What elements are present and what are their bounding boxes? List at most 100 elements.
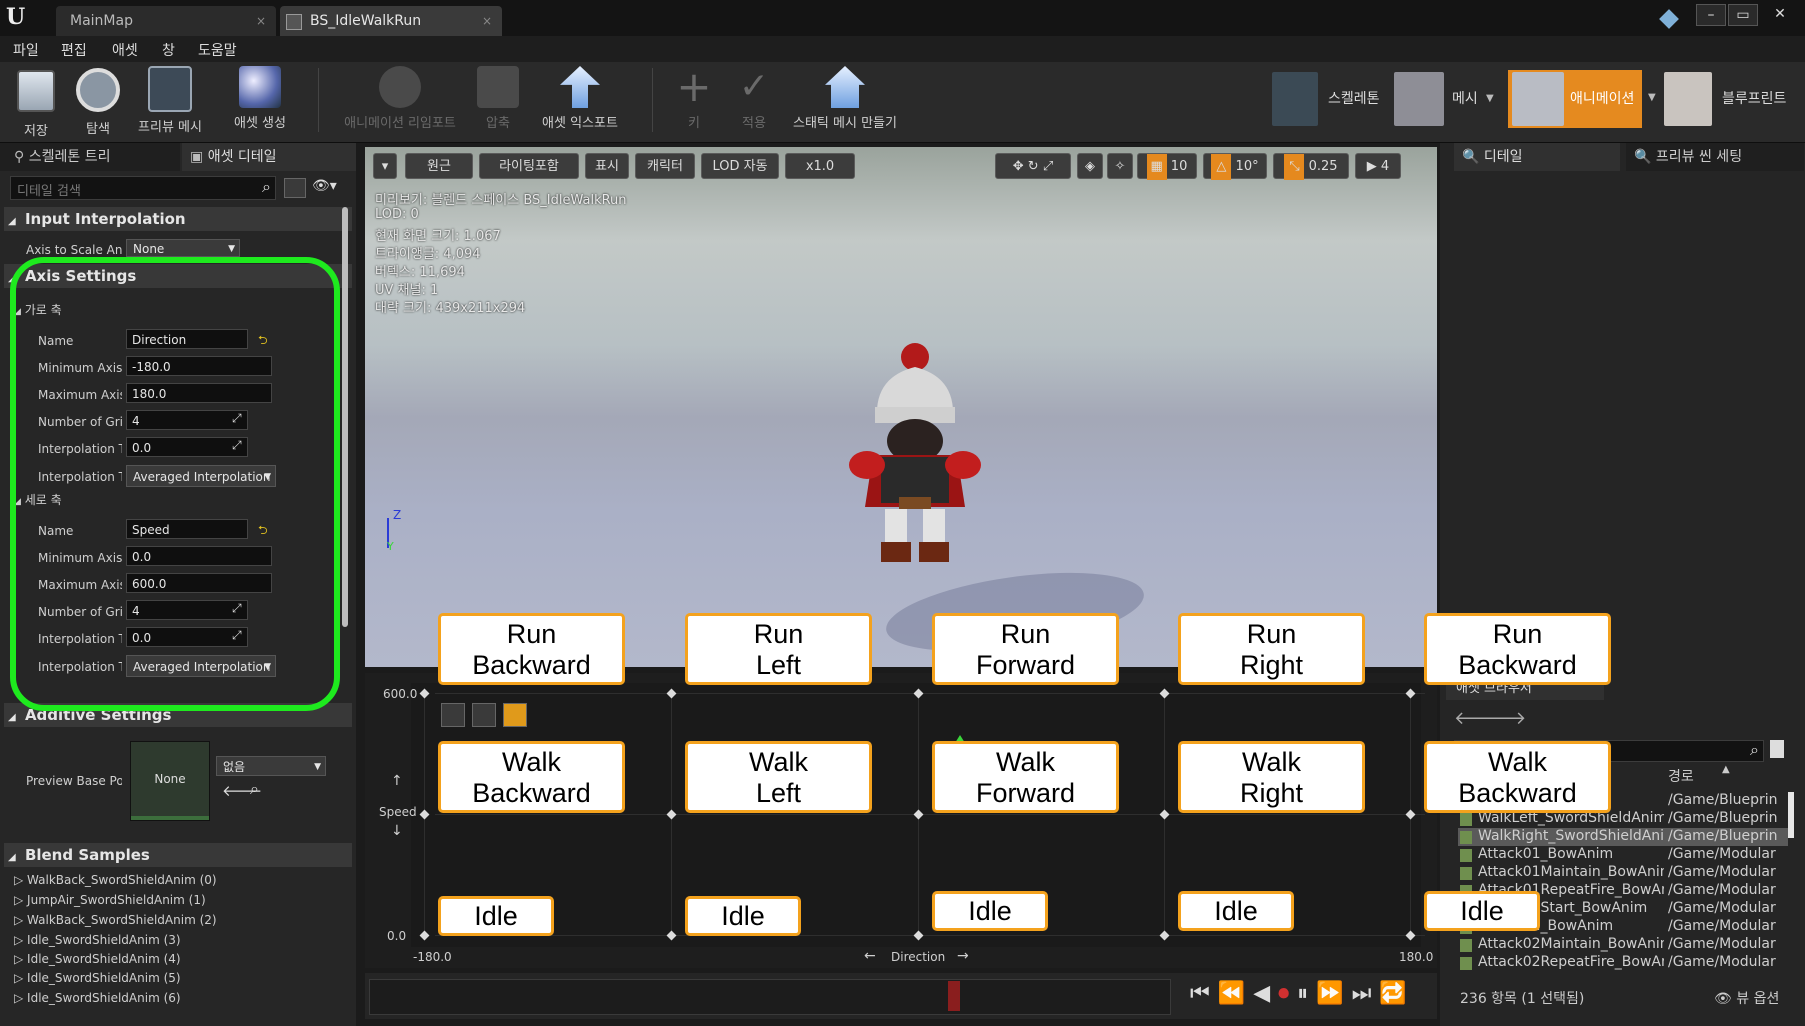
details-scrollbar[interactable]: [342, 207, 348, 627]
tab-mainmap[interactable]: MainMap ×: [56, 6, 276, 36]
viewport-options-button[interactable]: ▾: [373, 153, 397, 179]
annotation-run-forward: Run Forward: [932, 613, 1119, 685]
scale-snap-button[interactable]: ⤡ 0.25: [1273, 153, 1349, 180]
menu-edit[interactable]: 편집: [61, 40, 87, 60]
tab-asset-details[interactable]: ▣ 애셋 디테일: [182, 143, 356, 171]
mode-mesh[interactable]: 메시 ▼: [1394, 70, 1498, 128]
blend-sample-item[interactable]: ▷ Idle_SwordShieldAnim (5): [14, 971, 181, 985]
key-button[interactable]: + 키: [672, 66, 716, 132]
scrub-track[interactable]: [369, 979, 1171, 1015]
asset-row[interactable]: Attack01Maintain_BowAnim/Game/Modular: [1458, 864, 1788, 882]
compress-button[interactable]: 압축: [472, 66, 524, 131]
transform-tools-group[interactable]: ✥ ↻ ⤢: [995, 153, 1071, 179]
preview-mesh-button[interactable]: 프리뷰 메시: [130, 66, 210, 135]
section-blend-samples[interactable]: ◢ Blend Samples: [4, 843, 352, 867]
preview-viewport[interactable]: ▾ 원근 라이팅포함 표시 캐릭터 LOD 자동 x1.0 ✥ ↻ ⤢ ◈ ✧ …: [365, 147, 1437, 667]
tab-skeleton-tree[interactable]: ⚲ 스켈레톤 트리: [0, 143, 180, 171]
camera-speed-button[interactable]: ▶ 4: [1355, 153, 1401, 179]
mode-blueprint[interactable]: 블루프린트: [1664, 70, 1794, 128]
view-options-button[interactable]: 👁 뷰 옵션: [1714, 988, 1779, 1008]
unreal-logo-icon[interactable]: U: [6, 4, 32, 30]
annotation-line: Idle: [1214, 896, 1258, 926]
mode-animation[interactable]: 애니메이션: [1508, 70, 1642, 128]
maximize-button[interactable]: ▭: [1728, 4, 1758, 26]
record-icon[interactable]: ⏺: [1278, 981, 1297, 1006]
world-local-toggle[interactable]: ◈: [1077, 153, 1103, 179]
loop-icon[interactable]: 🔁: [1379, 981, 1414, 1006]
step-forward-icon[interactable]: ⏩: [1316, 981, 1351, 1006]
show-button[interactable]: 표시: [585, 153, 629, 179]
reimport-animation-button[interactable]: 애니메이션 리임포트: [330, 66, 470, 131]
save-button[interactable]: 저장: [12, 66, 60, 139]
blendspace-icon: [286, 14, 302, 30]
blend-sample-item[interactable]: ▷ WalkBack_SwordShieldAnim (0): [14, 873, 217, 887]
annotation-line: Run: [753, 619, 804, 649]
path-column-header[interactable]: 경로: [1668, 766, 1694, 786]
preview-base-pose-thumbnail[interactable]: None: [130, 741, 210, 821]
blend-sample-item[interactable]: ▷ Idle_SwordShieldAnim (3): [14, 933, 181, 947]
playback-speed-button[interactable]: x1.0: [785, 153, 855, 179]
asset-row[interactable]: Attack01_BowAnim/Game/Modular: [1458, 846, 1788, 864]
mode-skeleton[interactable]: 스켈레톤: [1272, 70, 1380, 128]
tab-details[interactable]: 🔍 디테일: [1454, 143, 1620, 171]
menu-file[interactable]: 파일: [13, 40, 39, 60]
apply-button[interactable]: ✓ 적용: [732, 66, 776, 131]
browse-button[interactable]: 탐색: [70, 66, 126, 137]
menu-window[interactable]: 창: [162, 40, 175, 60]
tab-preview-scene[interactable]: 🔍 프리뷰 씬 세팅: [1626, 143, 1804, 171]
asset-row-selected[interactable]: WalkRight_SwordShieldAnim/Game/Blueprin: [1458, 828, 1788, 846]
triangulation-toggle-icon[interactable]: [441, 703, 465, 727]
make-static-mesh-label: 스태틱 메시 만들기: [793, 116, 897, 131]
browse-asset-search-icon[interactable]: ⌕: [250, 779, 259, 799]
asset-list-scrollbar[interactable]: [1788, 792, 1794, 838]
rotation-snap-button[interactable]: △ 10°: [1203, 153, 1267, 180]
skip-to-start-icon[interactable]: ⏮: [1190, 981, 1218, 1006]
minimize-button[interactable]: –: [1696, 4, 1726, 26]
menu-asset[interactable]: 애셋: [112, 40, 138, 60]
chevron-down-icon[interactable]: ▼: [1648, 92, 1656, 103]
lighting-button[interactable]: 라이팅포함: [479, 153, 579, 179]
asset-row[interactable]: Attack02Maintain_BowAnim/Game/Modular: [1458, 936, 1788, 954]
character-preview: [849, 343, 981, 562]
zoom-fit-toggle-icon[interactable]: [503, 703, 528, 727]
blend-sample-item[interactable]: ▷ JumpAir_SwordShieldAnim (1): [14, 893, 206, 907]
x-axis-min: -180.0: [413, 950, 452, 964]
lock-icon[interactable]: [1770, 740, 1784, 758]
details-search-input[interactable]: 디테일 검색 ⌕: [10, 176, 276, 200]
section-input-interpolation[interactable]: ◢ Input Interpolation: [4, 207, 352, 231]
surface-snap-button[interactable]: ✧: [1107, 153, 1133, 179]
export-icon: [560, 66, 600, 108]
play-reverse-icon[interactable]: ◀: [1253, 981, 1278, 1006]
scrub-handle[interactable]: [948, 981, 960, 1011]
close-icon[interactable]: ×: [256, 6, 266, 36]
axis-to-scale-dropdown[interactable]: None ▼: [126, 239, 240, 257]
chevron-down-icon: ▼: [228, 244, 235, 254]
blend-sample-item[interactable]: ▷ Idle_SwordShieldAnim (4): [14, 952, 181, 966]
blend-sample-item[interactable]: ▷ WalkBack_SwordShieldAnim (2): [14, 913, 217, 927]
close-window-button[interactable]: ✕: [1762, 4, 1798, 24]
character-button[interactable]: 캐릭터: [635, 153, 695, 179]
preview-base-pose-dropdown[interactable]: 없음 ▼: [216, 756, 326, 776]
make-static-mesh-button[interactable]: 스태틱 메시 만들기: [786, 66, 904, 131]
grid-snap-button[interactable]: ▦ 10: [1137, 153, 1197, 180]
animation-names-toggle-icon[interactable]: [472, 703, 497, 727]
asset-row[interactable]: Attack02RepeatFire_BowAnim/Game/Modular: [1458, 954, 1788, 972]
source-control-icon[interactable]: [1659, 9, 1679, 29]
annotation-line: Left: [755, 778, 802, 808]
pause-icon[interactable]: ⏸: [1297, 981, 1316, 1006]
perspective-button[interactable]: 원근: [405, 153, 473, 179]
x-axis-left-arrow: ←: [864, 948, 876, 964]
eye-icon[interactable]: 👁▾: [312, 178, 337, 194]
grid-view-icon[interactable]: [284, 178, 306, 198]
menu-help[interactable]: 도움말: [198, 40, 237, 60]
step-back-icon[interactable]: ⏪: [1218, 981, 1253, 1006]
create-asset-button[interactable]: 애셋 생성: [220, 66, 300, 131]
skip-to-end-icon[interactable]: ⏭: [1352, 981, 1380, 1006]
export-asset-button[interactable]: 애셋 익스포트: [532, 66, 628, 131]
lod-button[interactable]: LOD 자동: [701, 153, 779, 179]
search-icon: ⌕: [262, 177, 271, 196]
blend-sample-item[interactable]: ▷ Idle_SwordShieldAnim (6): [14, 991, 181, 1005]
tab-bs-idlewalkrun[interactable]: BS_IdleWalkRun ×: [280, 6, 502, 36]
close-icon[interactable]: ×: [482, 6, 492, 36]
forward-arrow-icon[interactable]: 🡒: [1478, 708, 1526, 729]
